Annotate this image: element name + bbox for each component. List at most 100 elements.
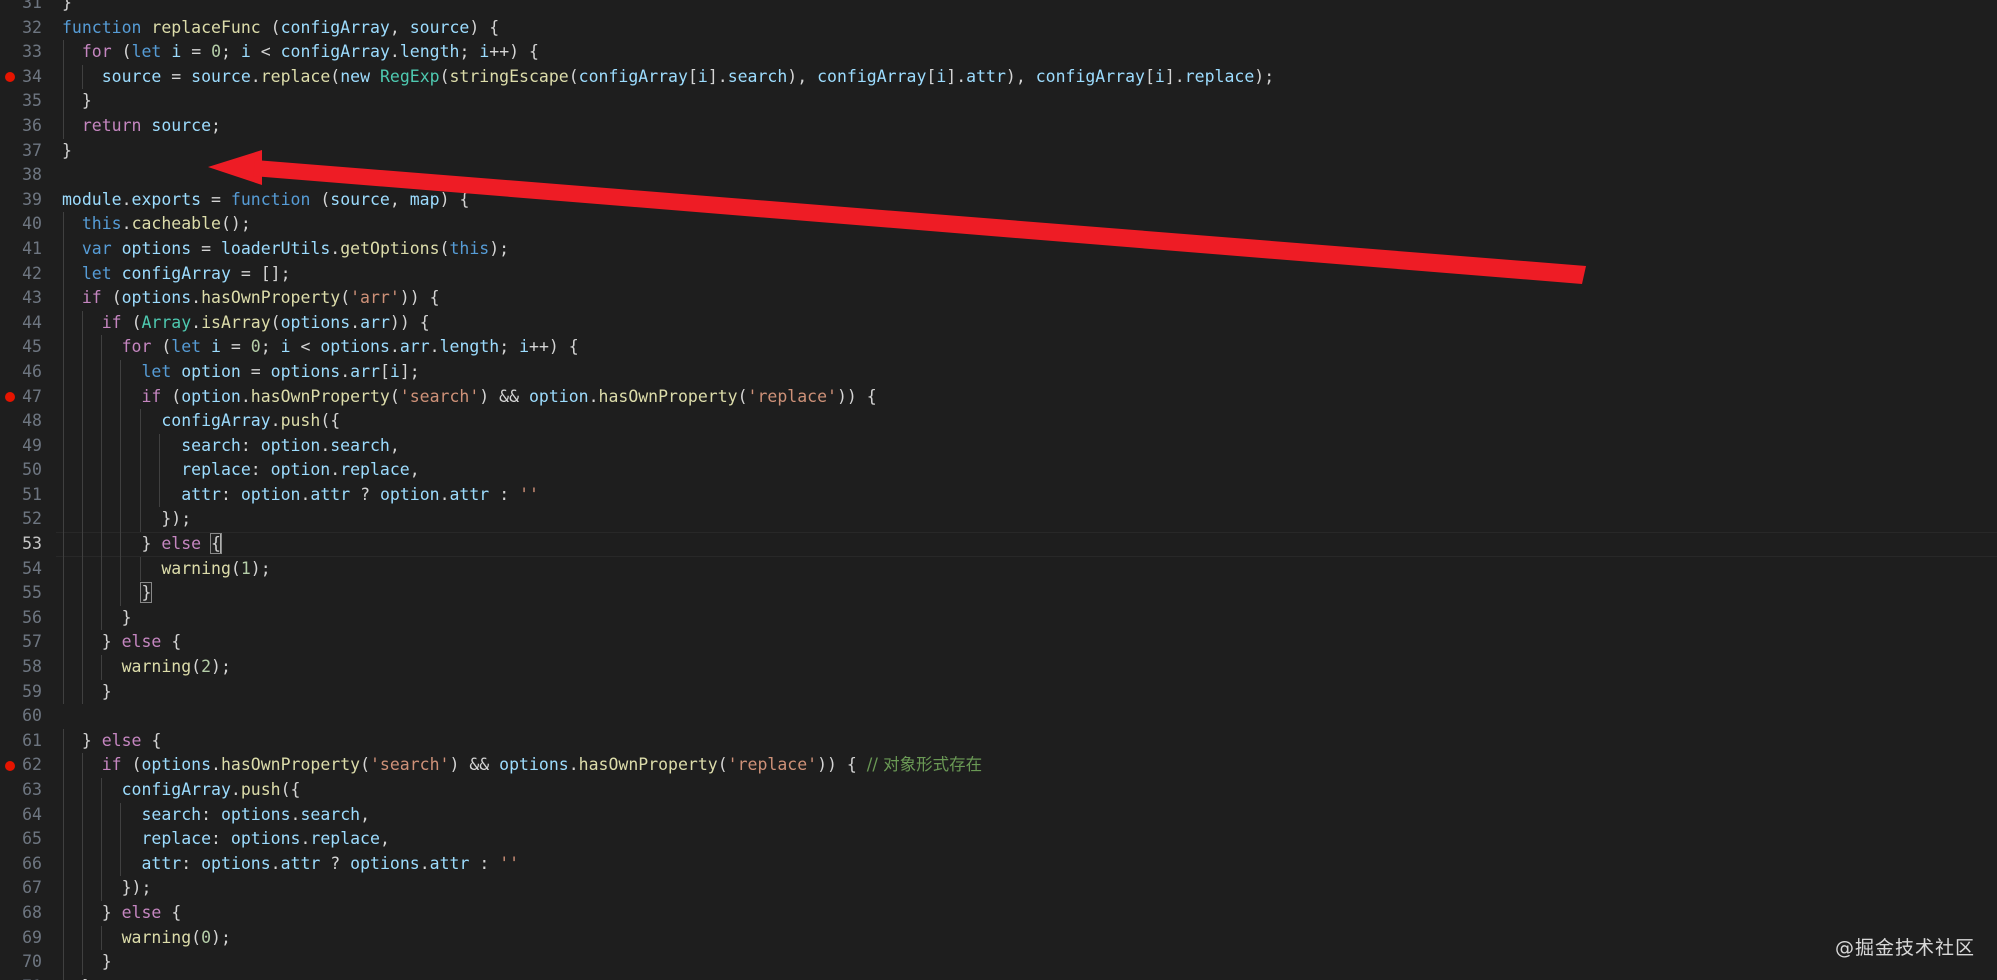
code-text[interactable]: } xyxy=(56,0,72,16)
line-number[interactable]: 41 xyxy=(0,237,56,262)
code-line[interactable]: 62 if (options.hasOwnProperty('search') … xyxy=(0,753,1997,778)
code-text[interactable]: }); xyxy=(56,507,191,532)
line-number[interactable]: 55 xyxy=(0,581,56,606)
code-line[interactable]: 70 } xyxy=(0,950,1997,975)
line-number[interactable]: 60 xyxy=(0,704,56,729)
code-line[interactable]: 44 if (Array.isArray(options.arr)) { xyxy=(0,310,1997,336)
line-number[interactable]: 54 xyxy=(0,557,56,582)
code-line[interactable]: 54 warning(1); xyxy=(0,556,1997,582)
code-line[interactable]: 55 } xyxy=(0,581,1997,606)
code-line[interactable]: 56 } xyxy=(0,605,1997,631)
code-line[interactable]: 66 attr: options.attr ? options.attr : '… xyxy=(0,851,1997,877)
line-number[interactable]: 61 xyxy=(0,729,56,754)
code-text[interactable]: configArray.push({ xyxy=(56,778,301,803)
code-text[interactable] xyxy=(56,704,62,729)
code-text[interactable] xyxy=(56,163,62,188)
code-line[interactable]: 53 } else { xyxy=(0,532,1997,557)
code-line[interactable]: 50 replace: option.replace, xyxy=(0,458,1997,483)
line-number[interactable]: 43 xyxy=(0,286,56,311)
line-number[interactable]: 40 xyxy=(0,212,56,237)
code-line[interactable]: 31} xyxy=(0,0,1997,16)
code-text[interactable]: for (let i = 0; i < configArray.length; … xyxy=(56,40,539,65)
code-line[interactable]: 58 warning(2); xyxy=(0,655,1997,680)
code-editor[interactable]: 31} 32 function replaceFunc (configArray, … xyxy=(0,0,1997,980)
line-number[interactable]: 65 xyxy=(0,827,56,852)
code-text[interactable]: configArray.push({ xyxy=(56,409,340,434)
breakpoint-icon[interactable] xyxy=(5,760,15,771)
line-number[interactable]: 59 xyxy=(0,680,56,705)
line-number[interactable]: 37 xyxy=(0,139,56,164)
code-text[interactable]: } xyxy=(56,950,112,975)
code-text[interactable]: module.exports = function (source, map) … xyxy=(56,188,469,213)
code-text[interactable]: warning(2); xyxy=(56,655,231,680)
code-text[interactable]: if (option.hasOwnProperty('search') && o… xyxy=(56,385,876,410)
code-text[interactable]: search: option.search, xyxy=(56,434,400,459)
code-line[interactable]: 34 source = source.replace(new RegExp(st… xyxy=(0,64,1997,90)
code-line[interactable]: 52 }); xyxy=(0,507,1997,533)
code-text[interactable]: }); xyxy=(56,876,152,901)
code-text[interactable]: attr: options.attr ? options.attr : '' xyxy=(56,852,519,877)
code-line[interactable]: 45 for (let i = 0; i < options.arr.lengt… xyxy=(0,335,1997,360)
line-number[interactable]: 34 xyxy=(0,65,56,90)
line-number[interactable]: 32 xyxy=(0,16,56,41)
code-line[interactable]: 57 } else { xyxy=(0,630,1997,656)
code-line[interactable]: 32 function replaceFunc (configArray, sou… xyxy=(0,16,1997,41)
code-line[interactable]: 61 } else { xyxy=(0,728,1997,754)
code-line[interactable]: 43 if (options.hasOwnProperty('arr')) { xyxy=(0,286,1997,311)
code-line[interactable]: 63 configArray.push({ xyxy=(0,778,1997,803)
code-line[interactable]: 42 let configArray = []; xyxy=(0,261,1997,287)
line-number[interactable]: 44 xyxy=(0,311,56,336)
line-number[interactable]: 71 xyxy=(0,975,56,980)
code-text[interactable]: let configArray = []; xyxy=(56,262,291,287)
code-line[interactable]: 69 warning(0); xyxy=(0,925,1997,951)
code-line[interactable]: 39 module.exports = function (source, map… xyxy=(0,188,1997,213)
code-line[interactable]: 59 } xyxy=(0,679,1997,705)
line-number[interactable]: 49 xyxy=(0,434,56,459)
code-line[interactable]: 37} xyxy=(0,139,1997,164)
code-line[interactable]: 38 xyxy=(0,163,1997,188)
line-number[interactable]: 57 xyxy=(0,630,56,655)
line-number[interactable]: 35 xyxy=(0,89,56,114)
code-line[interactable]: 36 return source; xyxy=(0,113,1997,139)
code-line[interactable]: 41 var options = loaderUtils.getOptions(… xyxy=(0,236,1997,262)
line-number[interactable]: 45 xyxy=(0,335,56,360)
code-text[interactable]: return source; xyxy=(56,114,221,139)
line-number[interactable]: 31 xyxy=(0,0,56,16)
code-line[interactable]: 51 attr: option.attr ? option.attr : '' xyxy=(0,482,1997,508)
code-line[interactable]: 40 this.cacheable(); xyxy=(0,212,1997,237)
line-number[interactable]: 36 xyxy=(0,114,56,139)
code-text[interactable]: source = source.replace(new RegExp(strin… xyxy=(56,65,1274,90)
code-line[interactable]: 68 } else { xyxy=(0,900,1997,926)
code-text[interactable]: warning(0); xyxy=(56,926,231,951)
line-number[interactable]: 33 xyxy=(0,40,56,65)
code-line[interactable]: 46 let option = options.arr[i]; xyxy=(0,359,1997,385)
line-number[interactable]: 50 xyxy=(0,458,56,483)
code-text[interactable]: } xyxy=(56,139,72,164)
code-line[interactable]: 67 }); xyxy=(0,876,1997,901)
line-number[interactable]: 39 xyxy=(0,188,56,213)
line-number[interactable]: 52 xyxy=(0,507,56,532)
code-text[interactable]: attr: option.attr ? option.attr : '' xyxy=(56,483,539,508)
code-text[interactable]: this.cacheable(); xyxy=(56,212,251,237)
code-line[interactable]: 65 replace: options.replace, xyxy=(0,827,1997,852)
code-text[interactable]: var options = loaderUtils.getOptions(thi… xyxy=(56,237,509,262)
line-number[interactable]: 70 xyxy=(0,950,56,975)
breakpoint-icon[interactable] xyxy=(5,72,15,83)
code-text[interactable]: } else { xyxy=(56,630,182,655)
code-text[interactable]: let option = options.arr[i]; xyxy=(56,360,419,385)
code-text[interactable]: } xyxy=(56,581,153,606)
code-line[interactable]: 71 } xyxy=(0,974,1997,980)
line-number[interactable]: 67 xyxy=(0,876,56,901)
code-line[interactable]: 60 xyxy=(0,704,1997,729)
code-text[interactable]: search: options.search, xyxy=(56,803,370,828)
code-text[interactable]: } xyxy=(56,606,132,631)
code-text[interactable]: warning(1); xyxy=(56,557,270,582)
code-line[interactable]: 64 search: options.search, xyxy=(0,802,1997,828)
line-number[interactable]: 53 xyxy=(0,532,56,557)
line-number[interactable]: 38 xyxy=(0,163,56,188)
code-text[interactable]: } xyxy=(56,680,112,705)
line-number[interactable]: 68 xyxy=(0,901,56,926)
code-text[interactable]: } else { xyxy=(56,532,222,557)
line-number[interactable]: 42 xyxy=(0,262,56,287)
code-text[interactable]: } xyxy=(56,89,92,114)
